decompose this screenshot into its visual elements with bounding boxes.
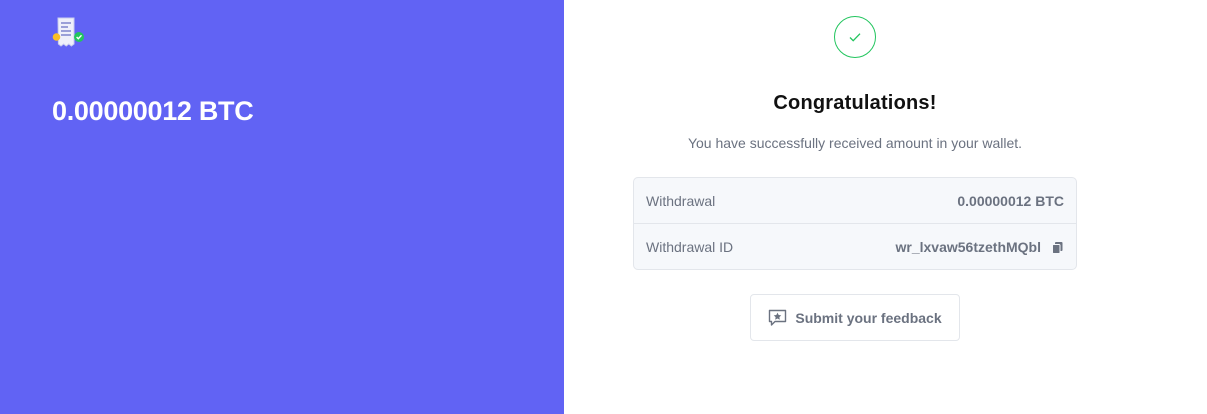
withdrawal-details: Withdrawal 0.00000012 BTC Withdrawal ID … xyxy=(633,177,1077,270)
copy-icon[interactable] xyxy=(1051,241,1064,254)
feedback-button-label: Submit your feedback xyxy=(795,309,942,326)
right-panel: Congratulations! You have successfully r… xyxy=(564,0,1207,414)
submit-feedback-button[interactable]: Submit your feedback xyxy=(750,294,960,341)
detail-label: Withdrawal xyxy=(646,192,716,209)
detail-value: 0.00000012 BTC xyxy=(957,192,1064,209)
detail-row-withdrawal-id: Withdrawal ID wr_lxvaw56tzethMQbl xyxy=(634,224,1076,270)
detail-value-wrapper: wr_lxvaw56tzethMQbl xyxy=(896,239,1065,255)
success-title: Congratulations! xyxy=(773,92,937,114)
detail-label: Withdrawal ID xyxy=(646,239,734,255)
success-badge xyxy=(834,16,876,58)
withdrawal-id-value: wr_lxvaw56tzethMQbl xyxy=(895,239,1042,255)
left-panel: 0.00000012 BTC xyxy=(0,0,564,414)
detail-row-withdrawal: Withdrawal 0.00000012 BTC xyxy=(634,178,1076,224)
check-icon xyxy=(847,29,863,45)
success-subtitle: You have successfully received amount in… xyxy=(687,135,1023,151)
feedback-star-icon xyxy=(768,309,787,327)
receipt-icon xyxy=(52,16,88,50)
withdrawal-amount: 0.00000012 BTC xyxy=(52,96,254,126)
